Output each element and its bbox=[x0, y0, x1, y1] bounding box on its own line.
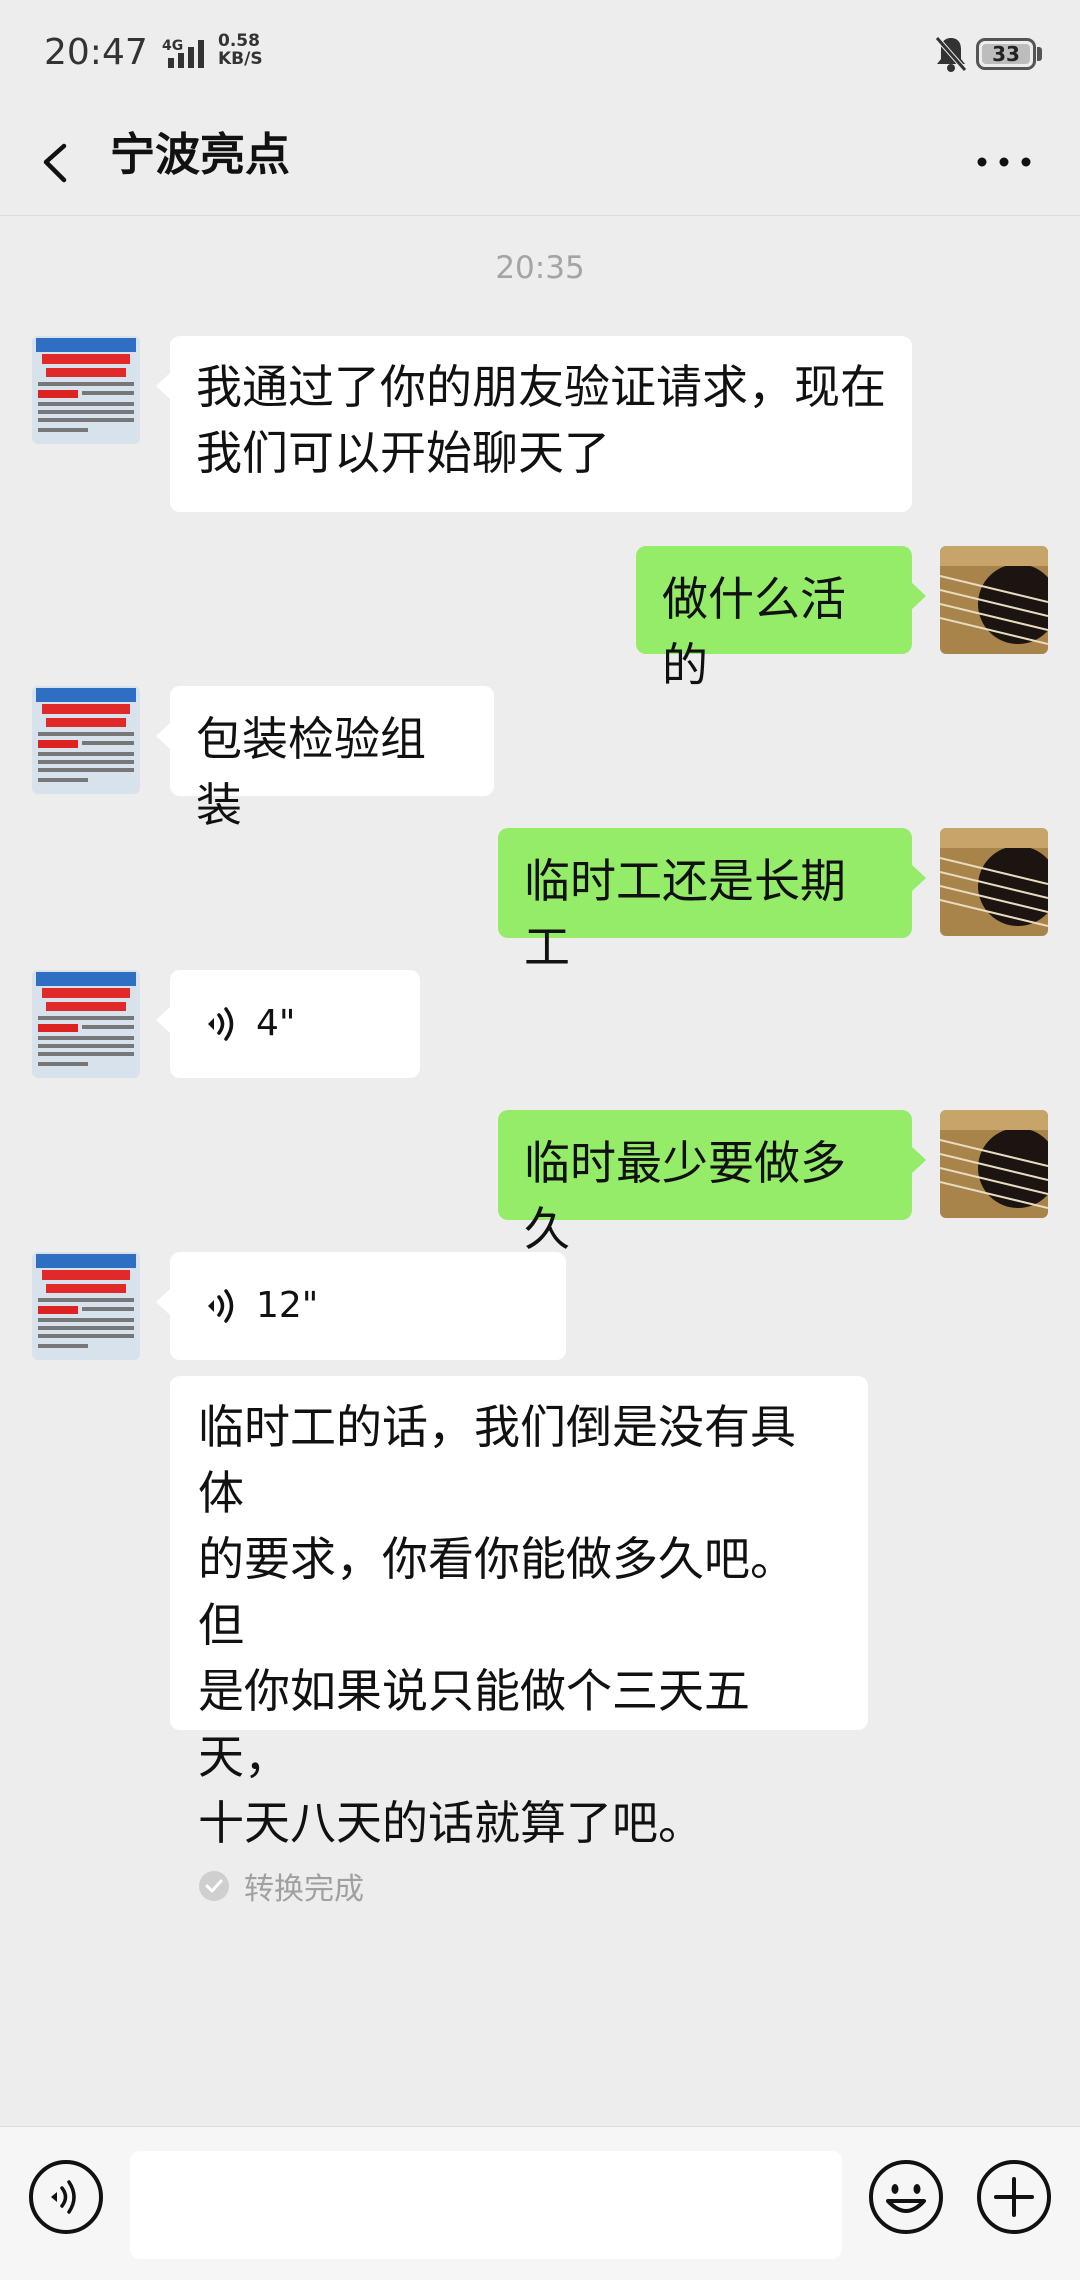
voice-duration: 12" bbox=[256, 1285, 319, 1326]
chat-title: 宁波亮点 bbox=[110, 128, 291, 181]
contact-avatar[interactable] bbox=[32, 970, 140, 1078]
voice-input-icon[interactable] bbox=[26, 2157, 106, 2237]
outgoing-message[interactable]: 临时最少要做多久 bbox=[498, 1110, 926, 1256]
network-speed-unit: KB/S bbox=[218, 49, 263, 69]
message-timestamp: 20:35 bbox=[495, 250, 585, 286]
incoming-message[interactable]: 我通过了你的朋友验证请求，现在 我们可以开始聊天了 bbox=[156, 336, 912, 512]
check-circle-icon bbox=[199, 1871, 229, 1901]
network-speed: 0.58 KB/S bbox=[218, 32, 263, 68]
message-text-line: 我通过了你的朋友验证请求，现在 bbox=[196, 360, 886, 414]
battery-tip bbox=[1037, 47, 1042, 61]
voice-wave-icon bbox=[208, 1007, 234, 1041]
voice-duration: 4" bbox=[256, 1003, 296, 1044]
transcript-status: 转换完成 bbox=[198, 1864, 840, 1908]
transcript-line: 是你如果说只能做个三天五天， bbox=[198, 1664, 750, 1784]
chat-header: 宁波亮点 bbox=[0, 108, 1080, 216]
incoming-message[interactable]: 包装检验组装 bbox=[156, 686, 494, 832]
transcript-line: 临时工的话，我们倒是没有具体 bbox=[198, 1400, 796, 1520]
outgoing-message[interactable]: 做什么活的 bbox=[636, 546, 926, 692]
voice-transcript[interactable]: 临时工的话，我们倒是没有具体 的要求，你看你能做多久吧。但 是你如果说只能做个三… bbox=[170, 1376, 868, 1907]
plus-icon[interactable] bbox=[974, 2157, 1054, 2237]
mute-bell-icon bbox=[935, 36, 967, 72]
contact-avatar[interactable] bbox=[32, 686, 140, 794]
battery-level: 33 bbox=[992, 42, 1020, 66]
voice-message[interactable]: 4" bbox=[156, 970, 420, 1078]
my-avatar[interactable] bbox=[940, 828, 1048, 936]
network-speed-value: 0.58 bbox=[218, 31, 260, 51]
outgoing-message[interactable]: 临时工还是长期工 bbox=[498, 828, 926, 974]
transcript-status-text: 转换完成 bbox=[244, 1872, 364, 1907]
contact-avatar[interactable] bbox=[32, 336, 140, 444]
network-type: 4G bbox=[162, 38, 183, 54]
more-options-button[interactable] bbox=[966, 122, 1046, 202]
my-avatar[interactable] bbox=[940, 1110, 1048, 1218]
voice-wave-icon bbox=[208, 1289, 234, 1323]
voice-message[interactable]: 12" bbox=[156, 1252, 566, 1360]
signal-icon: 4G bbox=[162, 38, 204, 68]
status-bar: 20:47 4G 0.58 KB/S 33 bbox=[0, 0, 1080, 108]
battery-icon: 33 bbox=[976, 38, 1036, 70]
my-avatar[interactable] bbox=[940, 546, 1048, 654]
contact-avatar[interactable] bbox=[32, 1252, 140, 1360]
message-text-line: 我们可以开始聊天了 bbox=[196, 426, 610, 480]
status-time: 20:47 bbox=[44, 32, 148, 73]
emoji-icon[interactable] bbox=[866, 2157, 946, 2237]
transcript-line: 十天八天的话就算了吧。 bbox=[198, 1796, 704, 1850]
transcript-line: 的要求，你看你能做多久吧。但 bbox=[198, 1532, 796, 1652]
message-input[interactable] bbox=[130, 2151, 842, 2259]
input-bar bbox=[0, 2126, 1080, 2280]
back-button[interactable] bbox=[30, 122, 102, 202]
